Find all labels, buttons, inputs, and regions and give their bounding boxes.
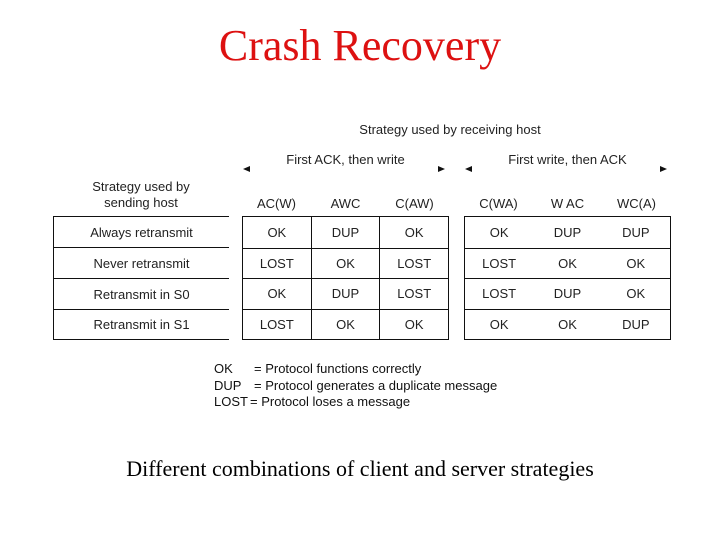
result-cell: LOST [379,279,448,309]
legend-text: = Protocol generates a duplicate message [254,377,498,393]
arrow-left-icon [465,166,472,172]
arrow-left-icon [243,166,250,172]
sending-heading-line1: Strategy used by [92,179,190,194]
column-header: AC(W) [257,196,296,211]
sending-strategy-row: Never retransmit [54,247,229,278]
result-cell: LOST [482,255,517,271]
result-cell: OK [379,217,448,248]
receiving-host-heading: Strategy used by receiving host [359,122,541,137]
column-header: WC(A) [617,196,656,211]
column-header: AWC [330,196,361,211]
result-cell: DUP [553,224,582,240]
group-label-ack-first: First ACK, then write [286,152,405,167]
table-row: LOST OK LOST [243,247,448,278]
table-row: LOST OK OK [465,247,670,279]
column-header: C(WA) [479,196,518,211]
result-cell: OK [558,255,577,271]
result-cell: OK [489,224,509,240]
result-cell: OK [626,255,646,271]
table-row: OK DUP OK [243,217,448,248]
legend-item: OK = Protocol functions correctly [214,361,497,378]
result-cell: OK [310,309,380,339]
table-row: OK OK DUP [465,308,670,340]
slide-title: Crash Recovery [218,21,502,70]
legend-item: DUP = Protocol generates a duplicate mes… [214,378,497,395]
arrow-right-icon [660,166,667,172]
result-cell: LOST [482,286,517,302]
group-label-write-first: First write, then ACK [508,152,627,167]
result-cell: DUP [622,224,650,240]
result-cell: DUP [553,286,582,302]
slide-caption: Different combinations of client and ser… [126,456,594,481]
result-cell: OK [267,224,287,240]
legend-key: LOST [214,394,248,409]
sending-strategy-row: Always retransmit [54,216,229,247]
result-cell: OK [267,286,287,302]
write-first-table: OK DUP DUP LOST OK OK LOST DUP OK OK OK … [464,216,671,340]
sending-strategy-row: Retransmit in S1 [54,309,229,340]
table-row: LOST DUP OK [465,278,670,309]
result-cell: OK [626,286,646,302]
table-row: OK DUP LOST [243,278,448,309]
result-cell: LOST [259,255,294,271]
legend-key: DUP [214,377,242,393]
table-row: OK DUP DUP [465,217,670,248]
legend-text: = Protocol loses a message [250,394,411,409]
result-cell: OK [489,316,509,332]
sending-strategy-row: Retransmit in S0 [54,278,229,309]
result-cell: OK [379,309,448,339]
legend-item: LOST = Protocol loses a message [214,394,497,411]
result-cell: LOST [259,316,294,332]
sending-heading-line2: sending host [104,195,178,210]
legend: OK = Protocol functions correctly DUP = … [214,361,497,411]
result-cell: LOST [379,248,448,278]
ack-first-table: OK DUP OK LOST OK LOST OK DUP LOST LOST … [242,216,449,340]
result-cell: DUP [310,279,380,309]
result-cell: OK [558,316,577,332]
column-header: C(AW) [395,196,434,211]
column-header: W AC [550,196,585,211]
legend-key: OK [214,361,233,376]
result-cell: DUP [622,316,650,332]
result-cell: OK [310,248,380,278]
sending-host-heading: Strategy used by sending host [53,179,229,211]
table-row: LOST OK OK [243,308,448,339]
result-cell: DUP [310,217,380,248]
legend-text: = Protocol functions correctly [254,361,422,376]
arrow-right-icon [438,166,445,172]
sending-strategy-table: Always retransmit Never retransmit Retra… [53,216,229,340]
